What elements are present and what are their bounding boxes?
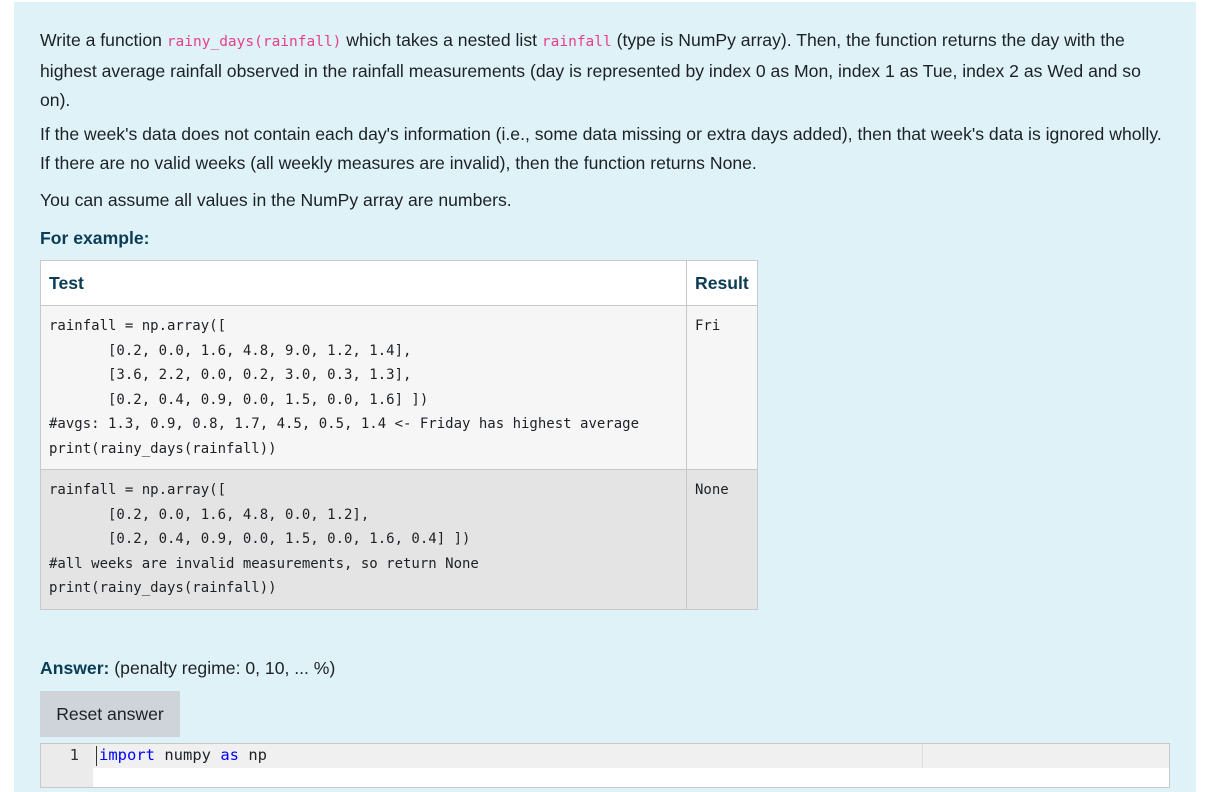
answer-line: Answer: (penalty regime: 0, 10, ... %) <box>40 654 335 683</box>
result-cell: Fri <box>686 305 758 470</box>
result-value: Fri <box>695 318 721 334</box>
line-number: 1 <box>69 746 79 764</box>
result-cell: None <box>686 469 758 610</box>
reset-answer-button[interactable]: Reset answer <box>40 691 180 737</box>
test-code: rainfall = np.array([ [0.2, 0.0, 1.6, 4.… <box>49 318 640 457</box>
example-heading: For example: <box>40 228 150 248</box>
code-editor[interactable]: 1 import numpy as np <box>40 743 1170 788</box>
penalty-regime: (penalty regime: 0, 10, ... %) <box>109 658 336 678</box>
answer-label: Answer: <box>40 658 110 678</box>
table-row: rainfall = np.array([ [0.2, 0.0, 1.6, 4.… <box>40 305 758 470</box>
test-code: rainfall = np.array([ [0.2, 0.0, 1.6, 4.… <box>49 482 479 596</box>
alias-name: np <box>239 746 267 764</box>
question-panel: Write a function rainy_days(rainfall) wh… <box>14 2 1196 792</box>
result-value: None <box>695 482 729 498</box>
editor-right-pane <box>922 744 1169 768</box>
test-cell: rainfall = np.array([ [0.2, 0.0, 1.6, 4.… <box>40 469 687 610</box>
keyword-import: import <box>99 746 155 764</box>
code-line[interactable]: import numpy as np <box>99 746 267 764</box>
function-signature: rainy_days(rainfall) <box>166 34 342 50</box>
text-cursor <box>96 746 97 766</box>
table-row: rainfall = np.array([ [0.2, 0.0, 1.6, 4.… <box>40 469 758 610</box>
examples-table: Test Result rainfall = np.array([ [0.2, … <box>40 260 758 610</box>
test-cell: rainfall = np.array([ [0.2, 0.0, 1.6, 4.… <box>40 305 687 470</box>
keyword-as: as <box>220 746 239 764</box>
header-result: Result <box>686 260 758 306</box>
question-paragraph-2: If the week's data does not contain each… <box>40 124 1162 173</box>
question-paragraph-1: Write a function rainy_days(rainfall) wh… <box>40 26 1175 115</box>
header-test: Test <box>40 260 687 306</box>
question-text: which takes a nested list <box>341 30 542 50</box>
module-name: numpy <box>155 746 221 764</box>
question-text: Write a function <box>40 30 167 50</box>
param-name: rainfall <box>541 34 612 50</box>
question-paragraph-3: You can assume all values in the NumPy a… <box>40 190 512 210</box>
table-header-row: Test Result <box>40 260 758 306</box>
